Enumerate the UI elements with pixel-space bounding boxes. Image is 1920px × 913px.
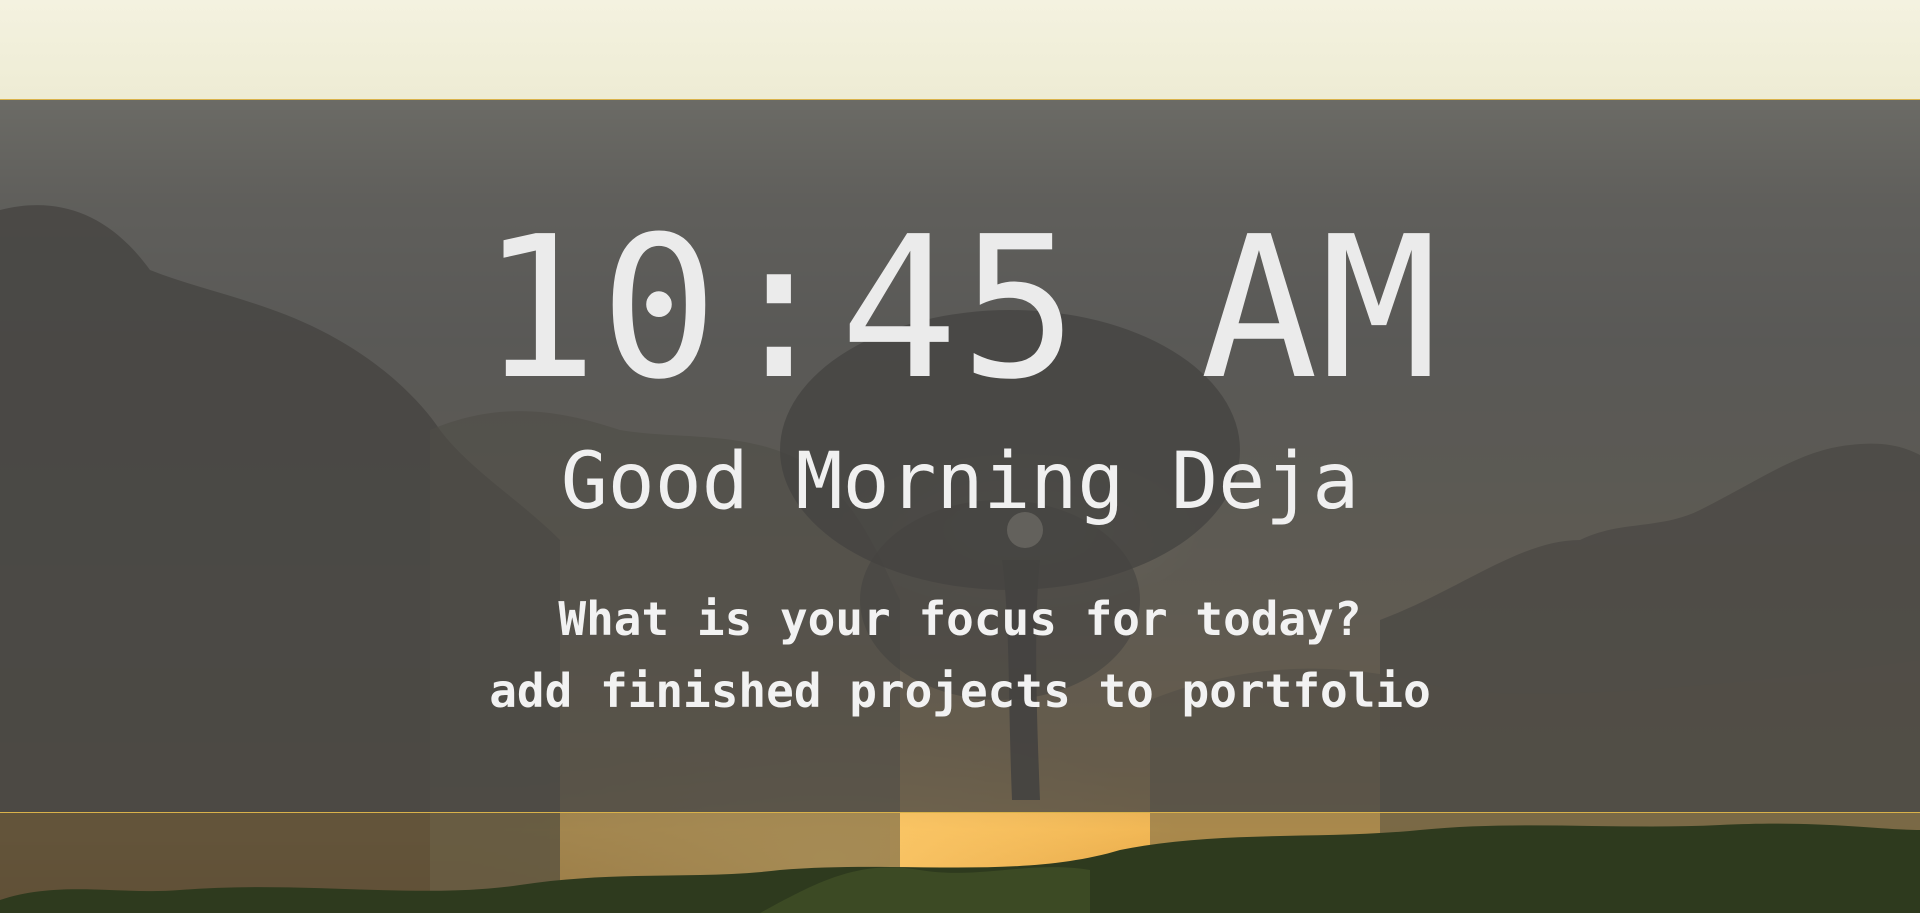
dashboard-content: 10:45 AM Good Morning Deja What is your … bbox=[0, 99, 1920, 813]
focus-value[interactable]: add finished projects to portfolio bbox=[0, 661, 1920, 721]
focus-prompt: What is your focus for today? bbox=[558, 592, 1362, 646]
greeting-text: Good Morning Deja bbox=[560, 437, 1360, 527]
clock-time: 10:45 AM bbox=[479, 195, 1440, 423]
